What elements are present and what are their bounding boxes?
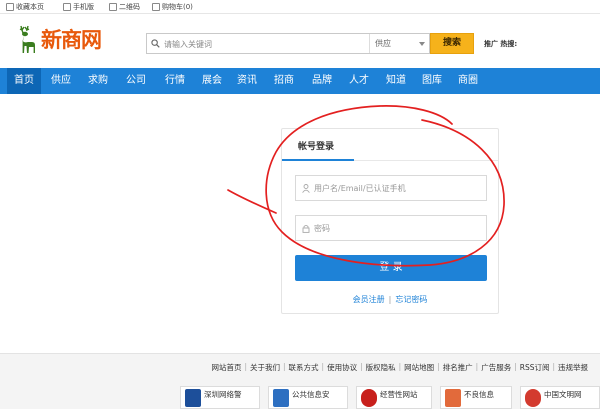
- search-box: 供应: [146, 33, 430, 54]
- footer-link[interactable]: 使用协议: [327, 362, 357, 374]
- bookmark-icon: [6, 3, 14, 11]
- footer-badges: 深圳网络警 公共信息安 经营性网站 不良信息 中国文明网: [0, 386, 600, 409]
- qrcode-label: 二维码: [119, 3, 140, 11]
- phone-icon: [63, 3, 71, 11]
- main-nav: 首页 供应 求购 公司 行情 展会 资讯 招商 品牌 人才 知道 图库 商圈: [0, 68, 600, 94]
- link-separator: |: [388, 295, 392, 304]
- footer-badge[interactable]: 公共信息安: [268, 386, 348, 409]
- mobile-link[interactable]: 手机版: [63, 2, 94, 12]
- nav-item-market[interactable]: 行情: [157, 68, 193, 94]
- username-input[interactable]: [314, 180, 482, 196]
- badge-text: 经营性网站: [380, 390, 418, 399]
- nav-item-investment[interactable]: 招商: [267, 68, 301, 94]
- footer-link[interactable]: 违规举报: [558, 362, 588, 374]
- footer-link[interactable]: RSS订阅: [520, 362, 550, 374]
- qrcode-icon: [109, 3, 117, 11]
- search-button[interactable]: 搜索: [430, 33, 474, 54]
- forgot-password-link[interactable]: 忘记密码: [395, 295, 427, 304]
- footer-link[interactable]: 关于我们: [250, 362, 280, 374]
- search-input[interactable]: [164, 36, 344, 52]
- footer-badge[interactable]: 中国文明网: [520, 386, 600, 409]
- password-input[interactable]: [314, 220, 482, 236]
- nav-item-news[interactable]: 资讯: [230, 68, 264, 94]
- security-shield-icon: [273, 389, 289, 407]
- nav-item-purchase[interactable]: 求购: [81, 68, 115, 94]
- footer-separator: |: [475, 362, 479, 371]
- footer-separator: |: [283, 362, 286, 371]
- search-category-select[interactable]: 供应: [369, 34, 431, 53]
- login-links: 会员注册 | 忘记密码: [282, 294, 498, 305]
- cart-label: 购物车(0): [162, 3, 193, 11]
- chevron-down-icon: [419, 42, 425, 46]
- footer-links: 网站首页 | 关于我们 | 联系方式 | 使用协议 | 版权隐私 | 网站地图 | 排名推广…: [0, 362, 600, 374]
- nav-item-home[interactable]: 首页: [7, 68, 41, 94]
- nav-item-supply[interactable]: 供应: [44, 68, 78, 94]
- footer-link[interactable]: 联系方式: [289, 362, 319, 374]
- promo-hot-search: 推广 热搜:: [484, 40, 518, 48]
- search-icon: [151, 39, 160, 48]
- badge-text: 深圳网络警: [204, 390, 242, 399]
- nav-item-know[interactable]: 知道: [379, 68, 413, 94]
- nav-item-company[interactable]: 公司: [118, 68, 154, 94]
- login-button[interactable]: 登 录: [295, 255, 487, 281]
- site-logo[interactable]: 新商网: [15, 24, 102, 54]
- password-field[interactable]: [295, 215, 487, 241]
- footer-link[interactable]: 版权隐私: [366, 362, 396, 374]
- login-card: 帐号登录 登 录 会员注册|忘记密码: [281, 128, 499, 314]
- qrcode-link[interactable]: 二维码: [109, 2, 140, 12]
- footer-link[interactable]: 广告服务: [481, 362, 511, 374]
- mobile-label: 手机版: [73, 3, 94, 11]
- footer-separator: |: [360, 362, 363, 371]
- username-field[interactable]: [295, 175, 487, 201]
- search-category-value: 供应: [375, 39, 391, 48]
- footer-separator: |: [321, 362, 325, 371]
- cart-link[interactable]: 购物车(0): [152, 2, 193, 12]
- tab-active-indicator: [282, 159, 354, 161]
- footer-separator: |: [398, 362, 402, 371]
- nav-item-exhibition[interactable]: 展会: [195, 68, 229, 94]
- top-bar: 收藏本页 手机版 二维码 购物车(0): [0, 0, 600, 14]
- badge-text: 不良信息: [464, 390, 494, 399]
- footer-separator: |: [552, 362, 555, 371]
- lock-icon: [302, 224, 310, 233]
- footer-link[interactable]: 网站首页: [211, 362, 241, 374]
- nav-item-circle[interactable]: 商圈: [451, 68, 485, 94]
- footer-separator: |: [244, 362, 248, 371]
- footer-separator: |: [514, 362, 517, 371]
- footer-separator: |: [437, 362, 440, 371]
- logo-text: 新商网: [41, 27, 102, 52]
- footer-badge[interactable]: 经营性网站: [356, 386, 432, 409]
- civilization-icon: [525, 389, 541, 407]
- tab-account-login[interactable]: 帐号登录: [298, 139, 334, 152]
- police-badge-icon: [185, 389, 201, 407]
- bookmark-link[interactable]: 收藏本页: [6, 2, 44, 12]
- deer-logo-icon: [19, 25, 35, 53]
- nav-item-gallery[interactable]: 图库: [415, 68, 449, 94]
- footer-link[interactable]: 排名推广: [443, 362, 473, 374]
- footer-link[interactable]: 网站地图: [404, 362, 434, 374]
- badge-text: 公共信息安: [292, 390, 330, 399]
- register-link[interactable]: 会员注册: [353, 295, 385, 304]
- emblem-icon: [361, 389, 377, 407]
- bookmark-label: 收藏本页: [16, 3, 44, 11]
- user-icon: [302, 184, 310, 193]
- badge-text: 中国文明网: [544, 390, 582, 399]
- report-icon: [445, 389, 461, 407]
- nav-item-talent[interactable]: 人才: [342, 68, 376, 94]
- footer-badge[interactable]: 不良信息: [440, 386, 512, 409]
- footer-badge[interactable]: 深圳网络警: [180, 386, 260, 409]
- cart-icon: [152, 3, 160, 11]
- nav-item-brand[interactable]: 品牌: [305, 68, 339, 94]
